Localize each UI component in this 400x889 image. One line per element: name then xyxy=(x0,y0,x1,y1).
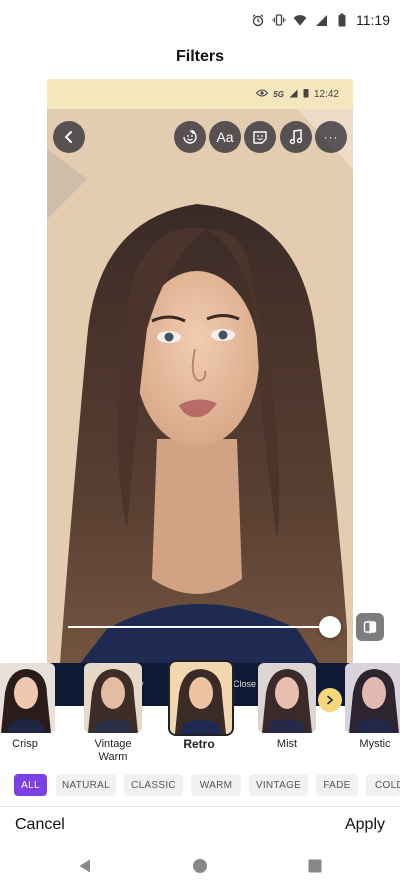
portrait-photo xyxy=(47,109,353,706)
footer-divider xyxy=(0,806,400,807)
signal-icon xyxy=(289,89,298,101)
emoji-icon xyxy=(253,131,267,144)
chevron-right-icon xyxy=(327,695,334,705)
preview-status-bar: 5G 12:42 xyxy=(47,79,353,109)
cancel-button[interactable]: Cancel xyxy=(15,816,65,834)
category-chip-vintage[interactable]: VINTAGE xyxy=(249,774,308,796)
category-chip-all[interactable]: ALL xyxy=(14,774,47,796)
page-title: Filters xyxy=(175,48,224,65)
intensity-slider-track[interactable] xyxy=(68,626,330,628)
nav-recents-icon[interactable] xyxy=(308,859,322,873)
preview-network: 5G xyxy=(273,90,284,99)
system-nav-bar xyxy=(0,846,400,889)
nav-home-icon[interactable] xyxy=(192,858,208,874)
filter-label-mist: Mist xyxy=(276,738,298,750)
filter-thumb-crisp[interactable] xyxy=(0,663,55,733)
compare-button[interactable] xyxy=(356,613,384,641)
filter-label-crisp: Crisp xyxy=(12,738,38,750)
music-button[interactable] xyxy=(280,121,312,153)
more-button[interactable]: ··· xyxy=(315,121,347,153)
category-chip-classic[interactable]: CLASSIC xyxy=(124,774,183,796)
eye-icon xyxy=(256,89,269,100)
next-filters-button[interactable] xyxy=(318,688,342,712)
text-icon: Aa xyxy=(216,129,234,145)
compare-icon xyxy=(363,620,377,634)
sticker-button[interactable] xyxy=(174,121,206,153)
preview-time: 12:42 xyxy=(313,89,339,100)
text-button[interactable]: Aa xyxy=(209,121,241,153)
category-chip-fade[interactable]: FADE xyxy=(316,774,358,796)
category-chip-natural[interactable]: NATURAL xyxy=(56,774,116,796)
filter-thumb-mist[interactable] xyxy=(258,663,316,733)
category-chip-cold[interactable]: COLD xyxy=(366,774,400,796)
chevron-left-icon xyxy=(65,131,72,143)
sticker-icon xyxy=(183,130,197,144)
emoji-button[interactable] xyxy=(244,121,276,153)
vibrate-icon xyxy=(272,13,286,27)
filter-label-vintage-warm: Vintage Warm xyxy=(94,738,132,763)
intensity-slider-thumb[interactable] xyxy=(319,616,341,638)
apply-button[interactable]: Apply xyxy=(345,816,385,834)
status-bar: 11:19 xyxy=(0,0,400,40)
battery-icon xyxy=(303,88,309,101)
filter-preview: 5G 12:42 Aa ··· Close F xyxy=(47,79,353,706)
alarm-icon xyxy=(251,13,265,27)
battery-icon xyxy=(335,13,349,27)
filter-thumb-vintage-warm[interactable] xyxy=(84,663,142,733)
music-icon xyxy=(289,129,303,145)
filter-label-retro: Retro xyxy=(183,737,215,751)
filter-label-mystic: Mystic xyxy=(359,738,391,750)
signal-icon xyxy=(314,13,328,27)
filter-thumb-mystic[interactable] xyxy=(345,663,400,733)
more-icon: ··· xyxy=(323,130,339,144)
wifi-icon xyxy=(293,13,307,27)
back-button[interactable] xyxy=(53,121,85,153)
filter-thumb-retro[interactable] xyxy=(168,660,234,736)
status-time: 11:19 xyxy=(356,12,390,28)
nav-back-icon[interactable] xyxy=(77,858,93,874)
category-chip-warm[interactable]: WARM xyxy=(191,774,241,796)
